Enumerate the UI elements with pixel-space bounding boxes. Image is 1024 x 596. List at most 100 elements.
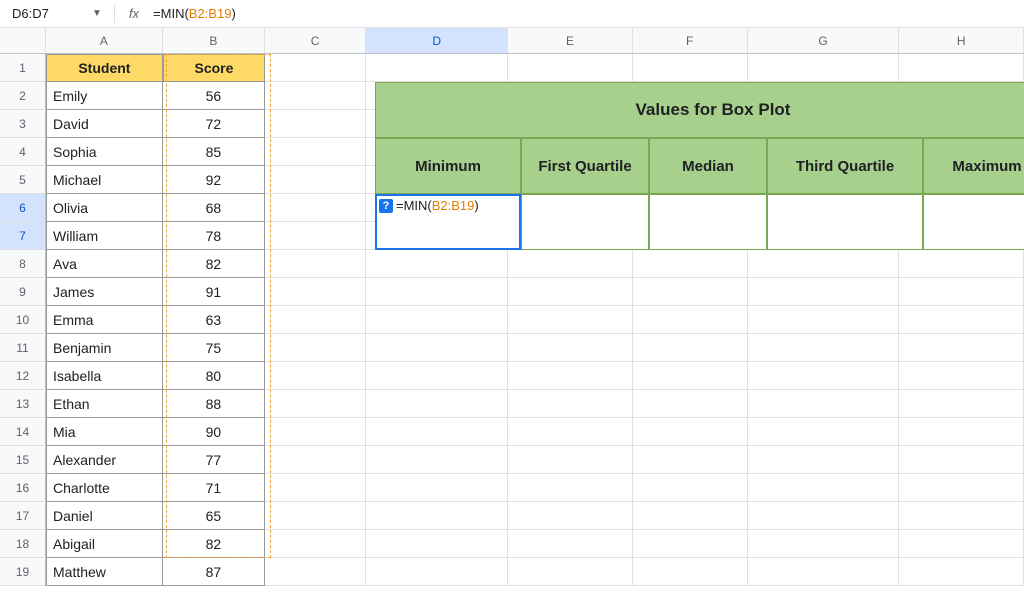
cell-D16[interactable] [366,474,508,502]
cell-B5[interactable]: 92 [163,166,265,194]
column-header-B[interactable]: B [163,28,265,53]
cell-F10[interactable] [633,306,748,334]
row-header-6[interactable]: 6 [0,194,45,222]
cell-A8[interactable]: Ava [46,250,163,278]
cell-A16[interactable]: Charlotte [46,474,163,502]
row-header-10[interactable]: 10 [0,306,45,334]
row-header-19[interactable]: 19 [0,558,45,586]
cell-E16[interactable] [508,474,633,502]
cell-H9[interactable] [899,278,1024,306]
boxplot-cell-G[interactable] [767,194,923,250]
boxplot-header-third-quartile[interactable]: Third Quartile [767,138,923,194]
cell-G1[interactable] [748,54,900,82]
row-header-12[interactable]: 12 [0,362,45,390]
cell-C11[interactable] [265,334,366,362]
cell-B17[interactable]: 65 [163,502,265,530]
cell-C2[interactable] [265,82,366,110]
formula-input[interactable]: =MIN(B2:B19) [149,4,1018,23]
cell-G11[interactable] [748,334,900,362]
row-header-5[interactable]: 5 [0,166,45,194]
cell-B16[interactable]: 71 [163,474,265,502]
row-header-7[interactable]: 7 [0,222,45,250]
cell-E17[interactable] [508,502,633,530]
cell-G16[interactable] [748,474,900,502]
cell-C17[interactable] [265,502,366,530]
cell-C15[interactable] [265,446,366,474]
cell-F1[interactable] [633,54,748,82]
cell-A4[interactable]: Sophia [46,138,163,166]
cell-F16[interactable] [633,474,748,502]
cell-C16[interactable] [265,474,366,502]
row-header-9[interactable]: 9 [0,278,45,306]
cell-F19[interactable] [633,558,748,586]
row-header-15[interactable]: 15 [0,446,45,474]
cell-G14[interactable] [748,418,900,446]
row-header-1[interactable]: 1 [0,54,45,82]
cell-B15[interactable]: 77 [163,446,265,474]
cell-E12[interactable] [508,362,633,390]
cell-G8[interactable] [748,250,900,278]
row-header-3[interactable]: 3 [0,110,45,138]
cell-B11[interactable]: 75 [163,334,265,362]
cell-B8[interactable]: 82 [163,250,265,278]
cell-H18[interactable] [899,530,1024,558]
name-box[interactable] [6,3,84,25]
cell-H1[interactable] [899,54,1024,82]
cell-H17[interactable] [899,502,1024,530]
cell-D1[interactable] [366,54,508,82]
cell-E1[interactable] [508,54,633,82]
column-header-G[interactable]: G [748,28,900,53]
cell-D14[interactable] [366,418,508,446]
cell-H11[interactable] [899,334,1024,362]
cell-D13[interactable] [366,390,508,418]
cell-G15[interactable] [748,446,900,474]
cell-B13[interactable]: 88 [163,390,265,418]
cell-B19[interactable]: 87 [163,558,265,586]
cell-H15[interactable] [899,446,1024,474]
cell-G19[interactable] [748,558,900,586]
cell-G13[interactable] [748,390,900,418]
cell-C6[interactable] [265,194,366,222]
column-header-C[interactable]: C [265,28,366,53]
cell-F13[interactable] [633,390,748,418]
cell-A17[interactable]: Daniel [46,502,163,530]
column-header-D[interactable]: D [366,28,508,53]
cell-H12[interactable] [899,362,1024,390]
cell-E11[interactable] [508,334,633,362]
cell-E18[interactable] [508,530,633,558]
cell-E19[interactable] [508,558,633,586]
cells-grid[interactable]: StudentScoreEmily56David72Sophia85Michae… [46,54,1024,586]
cell-A9[interactable]: James [46,278,163,306]
cell-B4[interactable]: 85 [163,138,265,166]
cell-D7[interactable] [366,222,508,250]
cell-E10[interactable] [508,306,633,334]
boxplot-cell-H[interactable] [923,194,1024,250]
cell-A12[interactable]: Isabella [46,362,163,390]
cell-H14[interactable] [899,418,1024,446]
cell-D10[interactable] [366,306,508,334]
row-header-16[interactable]: 16 [0,474,45,502]
cell-A15[interactable]: Alexander [46,446,163,474]
cell-A3[interactable]: David [46,110,163,138]
cell-C19[interactable] [265,558,366,586]
cell-A7[interactable]: William [46,222,163,250]
cell-H10[interactable] [899,306,1024,334]
cell-F15[interactable] [633,446,748,474]
column-header-A[interactable]: A [46,28,163,53]
cell-B7[interactable]: 78 [163,222,265,250]
row-header-2[interactable]: 2 [0,82,45,110]
row-header-18[interactable]: 18 [0,530,45,558]
cell-B2[interactable]: 56 [163,82,265,110]
cell-C4[interactable] [265,138,366,166]
cell-F18[interactable] [633,530,748,558]
cell-A11[interactable]: Benjamin [46,334,163,362]
cell-D11[interactable] [366,334,508,362]
cell-D15[interactable] [366,446,508,474]
name-box-dropdown-icon[interactable]: ▼ [88,8,106,19]
cell-C10[interactable] [265,306,366,334]
column-header-E[interactable]: E [508,28,633,53]
cell-F12[interactable] [633,362,748,390]
cell-B10[interactable]: 63 [163,306,265,334]
boxplot-title[interactable]: Values for Box Plot [375,82,1024,138]
cell-C5[interactable] [265,166,366,194]
